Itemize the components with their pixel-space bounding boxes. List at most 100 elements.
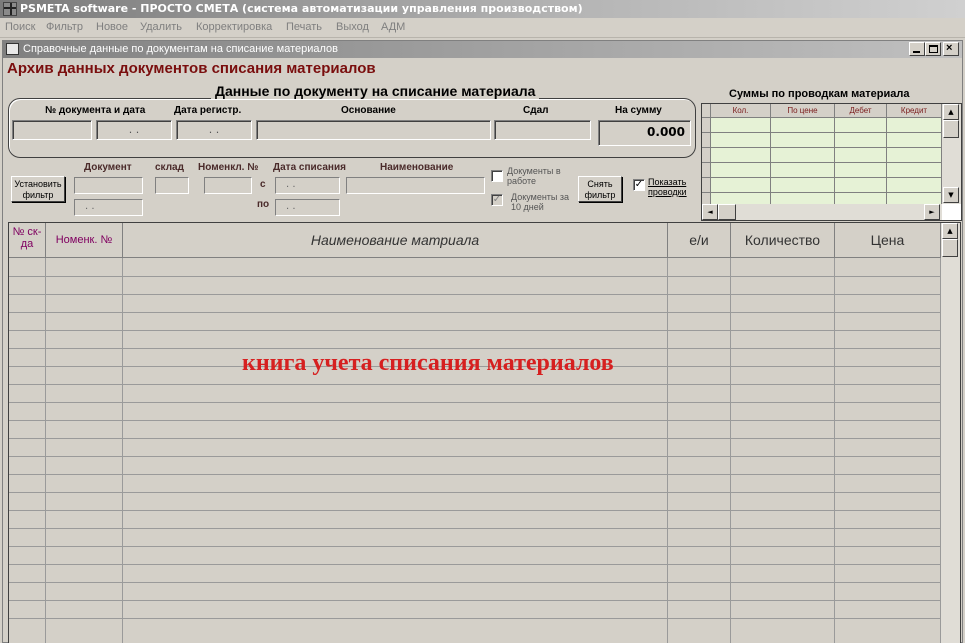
sums-cell[interactable] — [887, 133, 942, 148]
sums-cell[interactable] — [711, 163, 771, 178]
table-row[interactable] — [9, 330, 941, 331]
col-unit[interactable]: е/и — [668, 223, 731, 258]
sums-vscroll-thumb[interactable] — [943, 120, 959, 138]
table-row[interactable] — [9, 582, 941, 583]
table-row[interactable] — [9, 474, 941, 475]
sums-cell[interactable] — [711, 133, 771, 148]
menu-new[interactable]: Новое — [96, 21, 128, 33]
table-row[interactable] — [9, 510, 941, 511]
filter-warehouse-field[interactable] — [155, 177, 189, 194]
table-row[interactable] — [9, 276, 941, 277]
sums-row-indicator[interactable] — [702, 148, 711, 163]
sums-cell[interactable] — [771, 118, 835, 133]
sums-row-indicator[interactable] — [702, 178, 711, 193]
scroll-down-icon[interactable]: ▼ — [943, 187, 959, 203]
table-row[interactable] — [9, 546, 941, 547]
scroll-up-icon[interactable]: ▲ — [943, 104, 959, 120]
table-row[interactable] — [9, 492, 941, 493]
filter-name-field[interactable] — [346, 177, 485, 194]
table-row[interactable] — [9, 294, 941, 295]
menu-delete[interactable]: Удалить — [140, 21, 182, 33]
doc-number-field[interactable] — [12, 120, 92, 140]
col-nomencl-no[interactable]: Номенк. № — [46, 223, 123, 258]
sum-field[interactable]: 0.000 — [598, 120, 691, 146]
table-row[interactable] — [9, 402, 941, 403]
sums-cell[interactable] — [771, 163, 835, 178]
in-work-checkbox[interactable] — [491, 170, 503, 182]
table-row[interactable] — [9, 600, 941, 601]
table-row[interactable] — [9, 384, 941, 385]
grid-vscroll[interactable]: ▲ — [941, 223, 960, 643]
show-postings-checkbox[interactable]: ✓ — [633, 179, 645, 191]
sums-col-by-price[interactable]: По цене — [771, 104, 835, 118]
sums-cell[interactable] — [887, 118, 942, 133]
sums-cell[interactable] — [711, 178, 771, 193]
table-row[interactable] — [9, 312, 941, 313]
set-filter-button[interactable]: Установить фильтр — [11, 176, 65, 202]
sums-corner — [702, 104, 711, 118]
grid-vscroll-thumb[interactable] — [942, 239, 958, 257]
doc-date-field[interactable]: . . — [96, 120, 172, 140]
filter-document-field[interactable] — [74, 177, 143, 194]
sums-cell[interactable] — [835, 163, 887, 178]
menu-print[interactable]: Печать — [286, 21, 322, 33]
app-title-bar: PSMETA software - ПРОСТО СМЕТА (система … — [0, 0, 965, 18]
filter-date-to-field[interactable]: . . — [275, 199, 340, 216]
window-icon — [6, 43, 19, 55]
scroll-right-icon[interactable]: ► — [924, 204, 940, 220]
table-row[interactable] — [9, 456, 941, 457]
filter-date-from-field[interactable]: . . — [275, 177, 340, 194]
sums-row-indicator[interactable] — [702, 163, 711, 178]
menu-adm[interactable]: АДМ — [381, 21, 405, 33]
sums-cell[interactable] — [771, 133, 835, 148]
col-price[interactable]: Цена — [835, 223, 941, 258]
filter-nomencl-field[interactable] — [204, 177, 252, 194]
sums-col-credit[interactable]: Кредит — [887, 104, 942, 118]
menu-edit[interactable]: Корректировка — [196, 21, 272, 33]
table-row[interactable] — [9, 564, 941, 565]
sums-cell[interactable] — [835, 133, 887, 148]
maximize-icon — [929, 45, 938, 53]
sums-cell[interactable] — [711, 118, 771, 133]
table-row[interactable] — [9, 348, 941, 349]
col-warehouse-no[interactable]: № ск-да — [9, 223, 46, 258]
sums-col-debit[interactable]: Дебет — [835, 104, 887, 118]
last-10-days-checkbox[interactable]: ✓ — [491, 194, 503, 206]
table-row[interactable] — [9, 438, 941, 439]
sums-cell[interactable] — [887, 148, 942, 163]
sums-cell[interactable] — [887, 178, 942, 193]
menu-exit[interactable]: Выход — [336, 21, 369, 33]
col-quantity[interactable]: Количество — [731, 223, 835, 258]
menu-filter[interactable]: Фильтр — [46, 21, 83, 33]
sums-cell[interactable] — [771, 178, 835, 193]
sums-cell[interactable] — [771, 148, 835, 163]
sums-row-indicator[interactable] — [702, 118, 711, 133]
sums-cell[interactable] — [835, 118, 887, 133]
filter-document-date-field[interactable]: . . — [74, 199, 143, 216]
handed-field[interactable] — [494, 120, 591, 140]
table-row[interactable] — [9, 420, 941, 421]
menu-search[interactable]: Поиск — [5, 21, 35, 33]
sums-row-indicator[interactable] — [702, 133, 711, 148]
scroll-left-icon[interactable]: ◄ — [702, 204, 718, 220]
sums-cell[interactable] — [711, 148, 771, 163]
table-row[interactable] — [9, 528, 941, 529]
col-material-name[interactable]: Наименование матриала — [123, 223, 668, 258]
minimize-button[interactable] — [909, 42, 925, 56]
sums-cell[interactable] — [835, 178, 887, 193]
table-row[interactable] — [9, 618, 941, 619]
maximize-button[interactable] — [925, 42, 941, 56]
basis-field[interactable] — [256, 120, 491, 140]
scroll-up-icon[interactable]: ▲ — [942, 223, 958, 239]
close-button[interactable]: × — [943, 42, 959, 56]
sums-col-qty[interactable]: Кол. — [711, 104, 771, 118]
clear-filter-button[interactable]: Снять фильтр — [578, 176, 622, 202]
sums-hscroll[interactable]: ◄ ► — [702, 204, 942, 220]
filter-name-label: Наименование — [380, 162, 454, 173]
sums-hscroll-thumb[interactable] — [718, 204, 736, 220]
sums-cell[interactable] — [887, 163, 942, 178]
sums-vscroll[interactable]: ▲ ▼ — [942, 104, 961, 204]
doc-number-date-label: № документа и дата — [45, 105, 146, 116]
sums-cell[interactable] — [835, 148, 887, 163]
reg-date-field[interactable]: . . — [176, 120, 252, 140]
